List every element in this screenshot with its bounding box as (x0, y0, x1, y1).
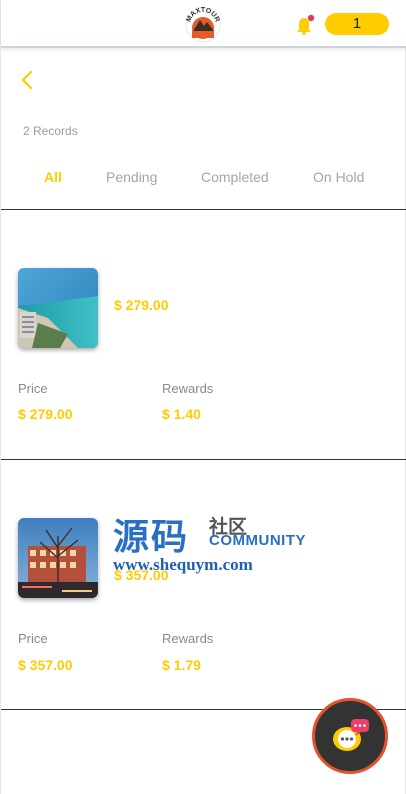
tab-completed[interactable]: Completed (201, 169, 269, 185)
watermark-title: 源码 (113, 517, 190, 558)
status-tabs: All Pending Completed On Hold (1, 163, 406, 191)
price-value: $ 279.00 (18, 406, 73, 422)
top-bar: MAXTOUR 1 (1, 0, 406, 48)
page: MAXTOUR 1 2 Records All Pending Complete… (0, 0, 406, 794)
bell-icon[interactable] (293, 14, 317, 36)
divider (1, 459, 406, 460)
records-count: 2 Records (23, 124, 78, 138)
chat-button[interactable] (312, 698, 388, 774)
watermark-url: www.shequym.com (113, 555, 253, 574)
order-thumbnail[interactable] (18, 518, 98, 598)
tab-pending[interactable]: Pending (106, 169, 157, 185)
rewards-label: Rewards (162, 631, 214, 646)
back-arrow-icon[interactable] (17, 68, 39, 92)
app-logo[interactable]: MAXTOUR (185, 7, 221, 43)
rewards-value: $ 1.79 (162, 657, 201, 673)
tab-all[interactable]: All (44, 169, 62, 185)
count-badge[interactable]: 1 (325, 13, 389, 35)
price-label: Price (18, 631, 48, 646)
rewards-value: $ 1.40 (162, 406, 201, 422)
chat-icon (333, 719, 369, 751)
order-card-price: $ 279.00 (114, 297, 169, 313)
price-label: Price (18, 381, 48, 396)
watermark-community: COMMUNITY (209, 532, 306, 549)
tab-on-hold[interactable]: On Hold (313, 169, 364, 185)
divider (1, 209, 406, 210)
rewards-label: Rewards (162, 381, 214, 396)
price-value: $ 357.00 (18, 657, 73, 673)
order-thumbnail[interactable] (18, 268, 98, 348)
